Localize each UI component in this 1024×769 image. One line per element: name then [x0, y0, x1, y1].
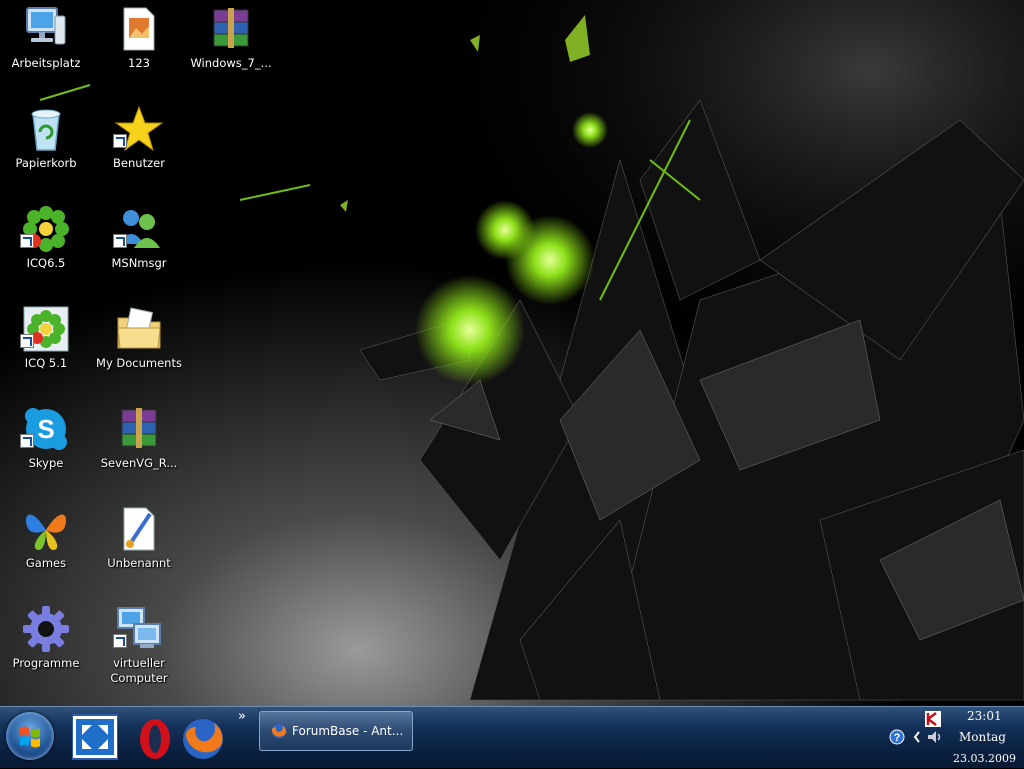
desktop-icon-programme[interactable]: Programme — [0, 604, 92, 698]
desktop-icon-label: Games — [25, 556, 67, 570]
games-butterfly-icon — [25, 514, 67, 550]
taskbar-button-forumbase[interactable]: ForumBase - Ant... — [259, 711, 413, 751]
desktop-icon-skype[interactable]: S Skype — [0, 404, 92, 498]
desktop-icon-unbenannt[interactable]: Unbenannt — [93, 504, 185, 598]
opera-icon — [140, 719, 170, 759]
desktop-icon-arbeitsplatz[interactable]: Arbeitsplatz — [0, 4, 92, 98]
desktop-icon-papierkorb[interactable]: Papierkorb — [0, 104, 92, 198]
desktop-icon-label: My Documents — [96, 356, 182, 370]
desktop-icon-label: ICQ6.5 — [26, 256, 66, 270]
desktop-icon-my-documents[interactable]: My Documents — [93, 304, 185, 398]
desktop-icon-sevenvg[interactable]: SevenVG_R... — [93, 404, 185, 498]
quick-launch-opera[interactable] — [134, 713, 180, 761]
desktop-icon-label: virtueller Computer — [110, 656, 168, 685]
clock-day[interactable]: Montag — [959, 730, 1006, 744]
desktop-icon-label: SevenVG_R... — [100, 456, 178, 470]
windows-orb-icon — [20, 726, 40, 748]
desktop-icon-label: Unbenannt — [107, 556, 171, 570]
desktop-icon-label: Programme — [12, 656, 80, 670]
help-icon[interactable]: ? — [889, 729, 905, 745]
show-desktop-icon — [71, 714, 119, 760]
taskbar: » ForumBase - Ant... ? 23:01 Montag 23.0… — [0, 706, 1024, 768]
shortcut-arrow-icon — [20, 234, 34, 248]
desktop-icon-virtueller-computer[interactable]: virtueller Computer — [93, 604, 185, 698]
gear-icon — [23, 606, 69, 652]
desktop-icon-label: Windows_7_... — [190, 56, 272, 70]
desktop-icon-icq51[interactable]: ICQ 5.1 — [0, 304, 92, 398]
archive-icon — [213, 8, 249, 48]
shortcut-arrow-icon — [20, 334, 34, 348]
chevron-left-icon[interactable] — [912, 729, 922, 745]
clock-date[interactable]: 23.03.2009 — [953, 752, 1016, 765]
desktop-icon-icq65[interactable]: ICQ6.5 — [0, 204, 92, 298]
desktop-icon-benutzer[interactable]: Benutzer — [93, 104, 185, 198]
desktop-icon-label: ICQ 5.1 — [24, 356, 68, 370]
quick-launch-firefox[interactable] — [180, 713, 226, 761]
desktop-icon-label: Papierkorb — [15, 156, 77, 170]
desktop-icon-games[interactable]: Games — [0, 504, 92, 598]
quick-launch-overflow[interactable]: » — [238, 709, 246, 724]
desktop-icon-msnmsgr[interactable]: MSNmsgr — [93, 204, 185, 298]
firefox-icon — [183, 719, 223, 759]
documents-folder-icon — [117, 307, 161, 349]
desktop-icon-label: MSNmsgr — [111, 256, 167, 270]
desktop-icon-123[interactable]: 123 — [93, 4, 185, 98]
svg-text:S: S — [37, 414, 54, 444]
firefox-icon — [271, 723, 287, 739]
desktop-icon-label: Benutzer — [113, 156, 165, 170]
shortcut-arrow-icon — [20, 434, 34, 448]
desktop-icon-label: Skype — [28, 456, 64, 470]
shortcut-arrow-icon — [113, 634, 127, 648]
paint-document-icon — [123, 507, 155, 551]
taskbar-button-label: ForumBase - Ant... — [292, 724, 404, 738]
desktop-icon-label: Arbeitsplatz — [11, 56, 81, 70]
system-tray: ? 23:01 Montag 23.03.2009 — [880, 707, 1024, 769]
archive-icon — [121, 408, 157, 448]
computer-icon — [26, 7, 66, 45]
svg-text:?: ? — [894, 732, 901, 744]
desktop-icon-label: 123 — [128, 56, 150, 70]
volume-icon[interactable] — [926, 729, 942, 745]
start-button[interactable] — [6, 712, 54, 760]
recycle-bin-icon — [31, 109, 61, 151]
kaspersky-icon[interactable] — [925, 711, 941, 727]
desktop-icon-windows-7[interactable]: Windows_7_... — [185, 4, 277, 98]
quick-launch-show-desktop[interactable] — [71, 713, 119, 761]
shortcut-arrow-icon — [113, 234, 127, 248]
document-icon — [123, 7, 155, 51]
clock-time[interactable]: 23:01 — [967, 709, 1002, 723]
shortcut-arrow-icon — [113, 134, 127, 148]
